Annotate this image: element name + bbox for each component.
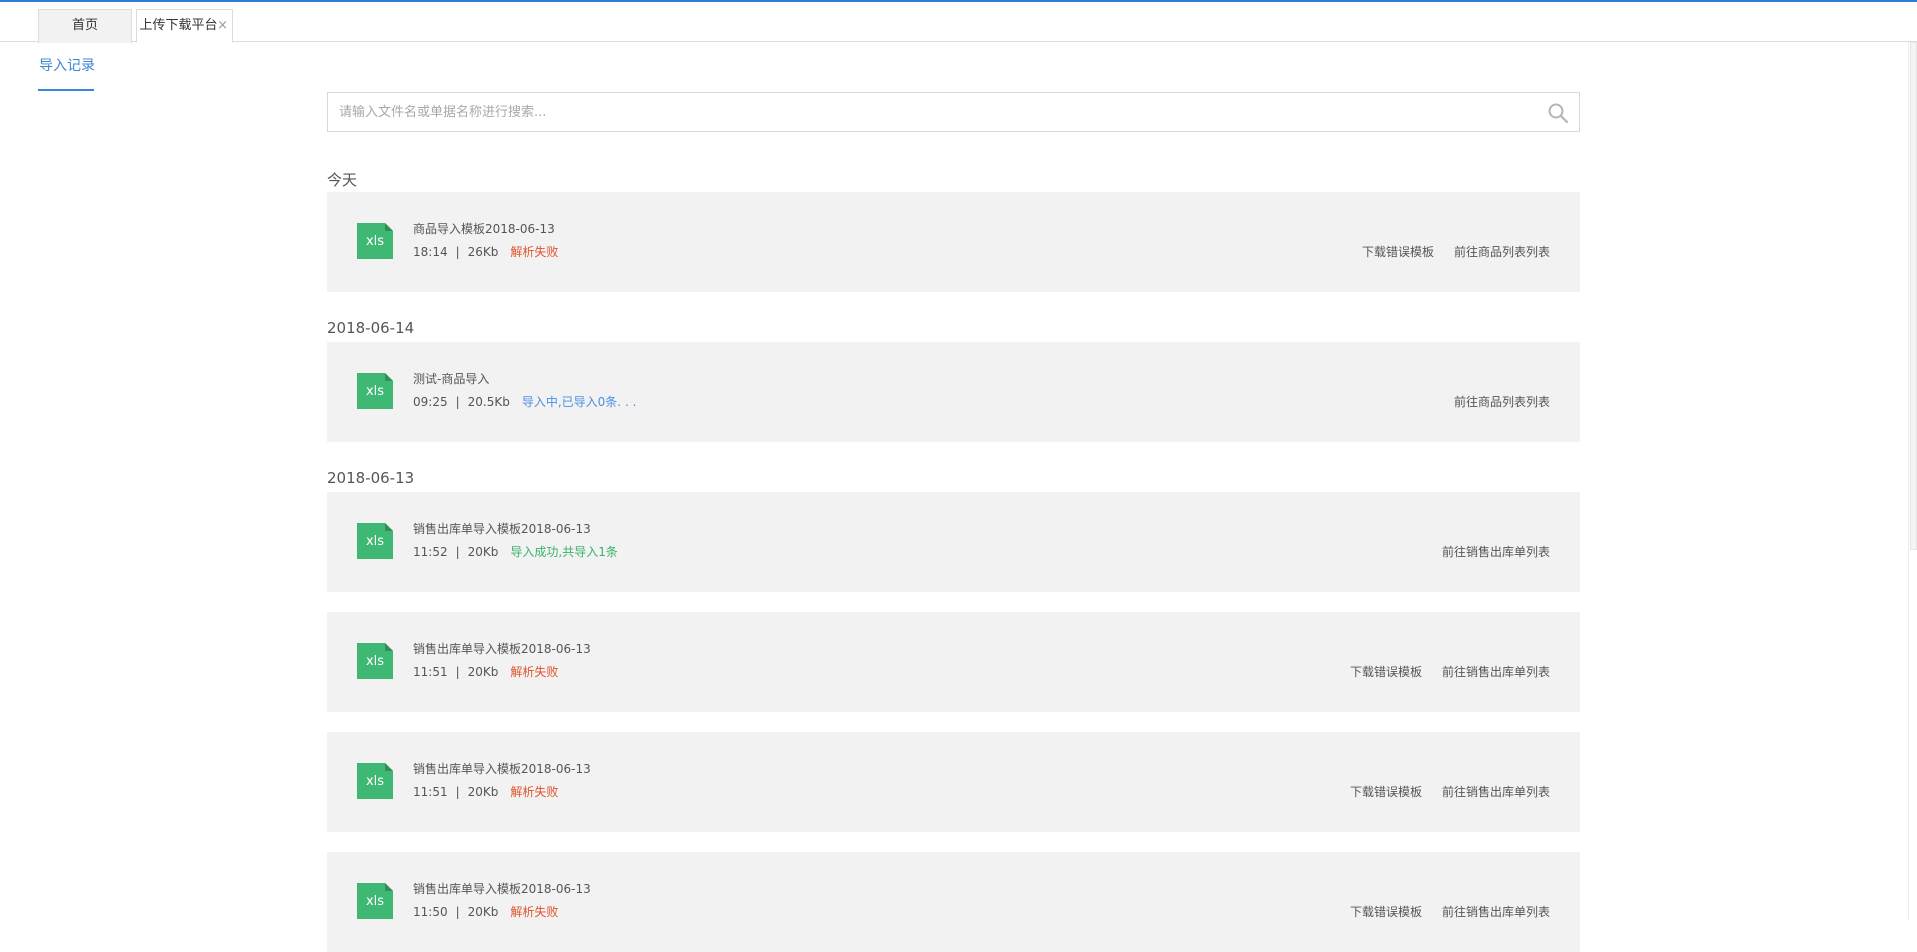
file-type-label: xls [365, 234, 385, 249]
subtab-import-records[interactable]: 导入记录 [38, 56, 96, 92]
import-record-row: xls 销售出库单导入模板2018-06-13 11:50 | 20Kb 解析失败 下载错误… [327, 852, 1580, 952]
record-time: 11:51 [413, 665, 448, 679]
record-time: 09:25 [413, 395, 448, 409]
goto-list-link[interactable]: 前往销售出库单列表 [1442, 903, 1550, 920]
record-size: 20Kb [467, 785, 499, 799]
record-status: 解析失败 [510, 665, 559, 679]
group-date-heading: 2018-06-14 [327, 319, 415, 337]
goto-list-link[interactable]: 前往商品列表列表 [1454, 243, 1550, 260]
record-status: 解析失败 [510, 785, 559, 799]
record-file-name: 销售出库单导入模板2018-06-13 [413, 882, 591, 896]
record-size: 20Kb [467, 665, 499, 679]
tab-home-label: 首页 [71, 18, 98, 33]
record-size: 20Kb [467, 545, 499, 559]
record-meta: 11:51 | 20Kb 解析失败 [413, 783, 558, 800]
record-size: 20Kb [467, 905, 499, 919]
record-status: 解析失败 [510, 245, 559, 259]
record-meta: 11:50 | 20Kb 解析失败 [413, 903, 558, 920]
goto-list-link[interactable]: 前往销售出库单列表 [1442, 543, 1550, 560]
xls-file-icon: xls [357, 763, 393, 799]
import-record-row: xls 销售出库单导入模板2018-06-13 11:51 | 20Kb 解析失败 下载错误… [327, 612, 1580, 712]
record-actions: 下载错误模板 前往商品列表列表 [1362, 243, 1550, 260]
record-meta: 09:25 | 20.5Kb 导入中,已导入0条. . . [413, 393, 636, 410]
goto-list-link[interactable]: 前往销售出库单列表 [1442, 663, 1550, 680]
search-box [327, 92, 1580, 132]
record-status: 导入成功,共导入1条 [510, 545, 618, 559]
tab-upload-download-platform[interactable]: 上传下载平台 × [136, 9, 233, 43]
search-icon[interactable] [1547, 102, 1569, 124]
record-meta: 18:14 | 26Kb 解析失败 [413, 243, 558, 260]
search-input[interactable] [328, 93, 1528, 131]
file-type-label: xls [365, 654, 385, 669]
meta-separator: | [455, 395, 460, 409]
record-file-name: 商品导入模板2018-06-13 [413, 222, 555, 236]
tab-bar: 首页 上传下载平台 × [0, 2, 1917, 43]
import-record-row: xls 销售出库单导入模板2018-06-13 11:52 | 20Kb 导入成功,共导入… [327, 492, 1580, 592]
record-status: 导入中,已导入0条. . . [521, 395, 637, 409]
xls-file-icon: xls [357, 223, 393, 259]
record-meta: 11:51 | 20Kb 解析失败 [413, 663, 558, 680]
import-record-row: xls 销售出库单导入模板2018-06-13 11:51 | 20Kb 解析失败 下载错误… [327, 732, 1580, 832]
import-record-row: xls 测试-商品导入 09:25 | 20.5Kb 导入中,已导入0条. . . 前往商品… [327, 342, 1580, 442]
xls-file-icon: xls [357, 643, 393, 679]
tab-home[interactable]: 首页 [38, 9, 132, 43]
record-status: 解析失败 [510, 905, 559, 919]
record-actions: 下载错误模板 前往销售出库单列表 [1350, 903, 1550, 920]
record-meta: 11:52 | 20Kb 导入成功,共导入1条 [413, 543, 618, 560]
record-file-name: 销售出库单导入模板2018-06-13 [413, 642, 591, 656]
subtab-import-records-label: 导入记录 [39, 58, 95, 74]
download-error-template-link[interactable]: 下载错误模板 [1362, 243, 1434, 260]
record-actions: 下载错误模板 前往销售出库单列表 [1350, 783, 1550, 800]
record-time: 11:52 [413, 545, 448, 559]
import-record-row: xls 商品导入模板2018-06-13 18:14 | 26Kb 解析失败 下载错误模板 前… [327, 192, 1580, 292]
meta-separator: | [455, 665, 460, 679]
meta-separator: | [455, 905, 460, 919]
record-actions: 前往商品列表列表 [1454, 393, 1550, 410]
record-file-name: 销售出库单导入模板2018-06-13 [413, 522, 591, 536]
download-error-template-link[interactable]: 下载错误模板 [1350, 783, 1422, 800]
record-size: 26Kb [467, 245, 499, 259]
xls-file-icon: xls [357, 373, 393, 409]
download-error-template-link[interactable]: 下载错误模板 [1350, 903, 1422, 920]
record-file-name: 销售出库单导入模板2018-06-13 [413, 762, 591, 776]
file-type-label: xls [365, 774, 385, 789]
file-type-label: xls [365, 894, 385, 909]
tab-upload-download-label: 上传下载平台 [139, 18, 218, 33]
xls-file-icon: xls [357, 523, 393, 559]
goto-list-link[interactable]: 前往销售出库单列表 [1442, 783, 1550, 800]
record-time: 11:50 [413, 905, 448, 919]
group-date-heading: 2018-06-13 [327, 469, 415, 487]
meta-separator: | [455, 785, 460, 799]
download-error-template-link[interactable]: 下载错误模板 [1350, 663, 1422, 680]
record-time: 11:51 [413, 785, 448, 799]
xls-file-icon: xls [357, 883, 393, 919]
file-type-label: xls [365, 534, 385, 549]
group-date-heading: 今天 [327, 171, 358, 189]
subtab-active-underline [38, 89, 94, 91]
meta-separator: | [455, 545, 460, 559]
record-file-name: 测试-商品导入 [413, 372, 490, 386]
record-size: 20.5Kb [467, 395, 510, 409]
scrollbar-thumb[interactable] [1910, 42, 1917, 550]
file-type-label: xls [365, 384, 385, 399]
goto-list-link[interactable]: 前往商品列表列表 [1454, 393, 1550, 410]
scrollbar[interactable] [1908, 42, 1917, 921]
meta-separator: | [455, 245, 460, 259]
record-actions: 下载错误模板 前往销售出库单列表 [1350, 663, 1550, 680]
record-actions: 前往销售出库单列表 [1442, 543, 1550, 560]
record-time: 18:14 [413, 245, 448, 259]
close-icon[interactable]: × [217, 10, 228, 42]
